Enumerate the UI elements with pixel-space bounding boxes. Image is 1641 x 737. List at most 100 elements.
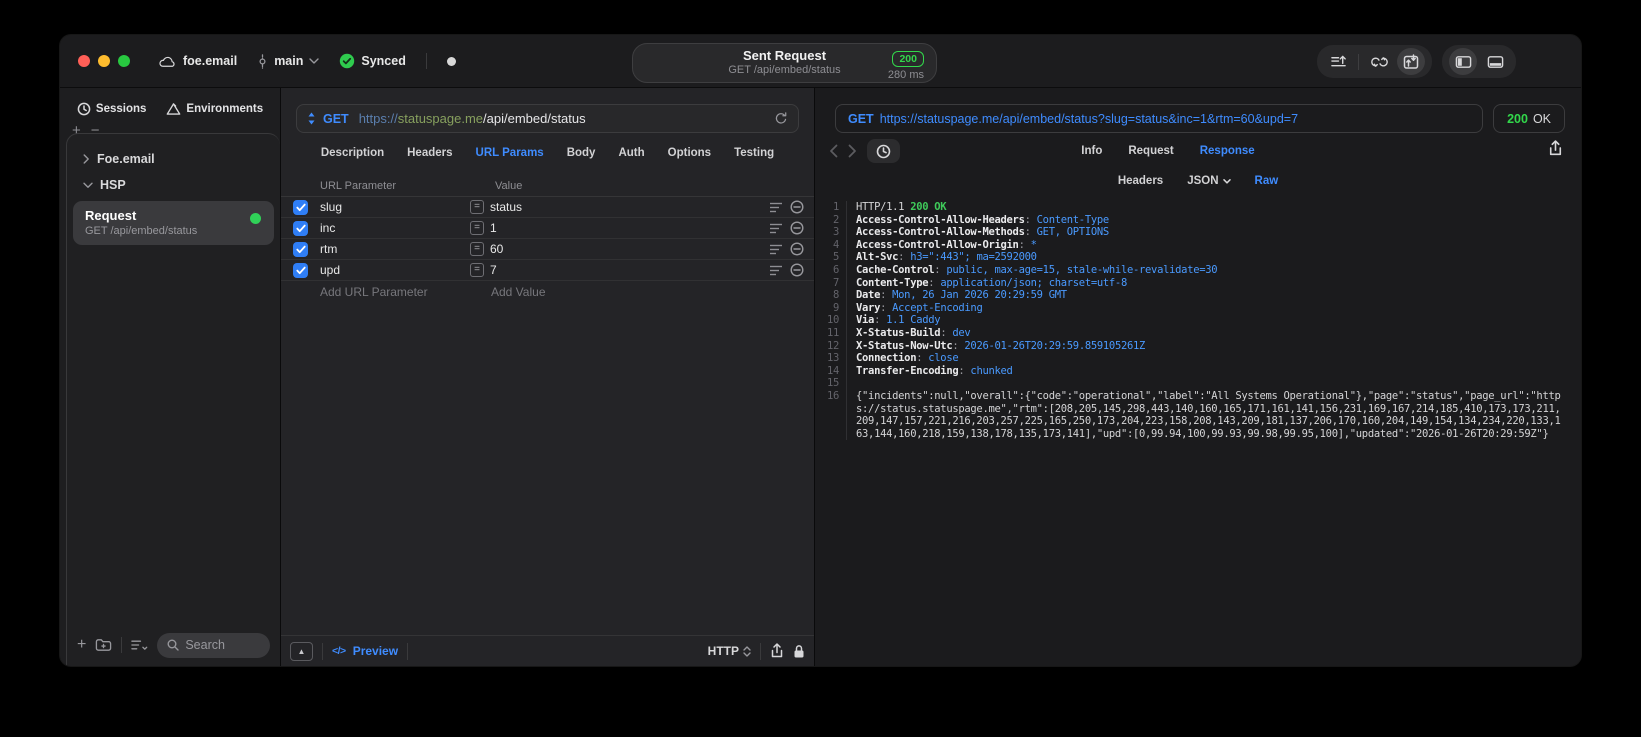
- equals-operator-icon: =: [470, 263, 484, 277]
- row-reorder-icon[interactable]: [769, 244, 783, 255]
- tab-response[interactable]: Response: [1200, 145, 1255, 157]
- sync-loop-button[interactable]: [1365, 48, 1393, 75]
- code-line: 2 Access-Control-Allow-Headers: Content-…: [815, 213, 1565, 227]
- preview-button[interactable]: </> Preview: [332, 644, 398, 658]
- lock-icon[interactable]: [793, 644, 805, 659]
- response-pane: GET https://statuspage.me/api/embed/stat…: [815, 88, 1581, 666]
- line-number: 9: [815, 301, 847, 315]
- chevron-down-icon: [83, 182, 93, 189]
- url-host: statuspage.me: [397, 111, 484, 126]
- sync-status[interactable]: Synced: [339, 53, 406, 69]
- protocol-select[interactable]: HTTP: [708, 644, 751, 658]
- close-window-button[interactable]: [78, 55, 90, 67]
- tab-description[interactable]: Description: [321, 147, 384, 159]
- titlebar: foe.email main Synced Sent Request GET /…: [60, 35, 1581, 88]
- tab-info[interactable]: Info: [1081, 145, 1102, 157]
- recording-dot[interactable]: [446, 56, 456, 66]
- request-duration: 280 ms: [887, 69, 924, 81]
- line-text: Connection: close: [856, 352, 959, 365]
- tab-sessions[interactable]: Sessions: [77, 102, 146, 116]
- column-url-parameter: URL Parameter: [320, 179, 397, 192]
- toolbar-actions-group: [1317, 45, 1432, 78]
- export-list-button[interactable]: [1324, 48, 1352, 75]
- response-raw-view[interactable]: 1 HTTP/1.1 200 OK 2 Access-Control-Allow…: [815, 193, 1581, 441]
- tree-group-hsp[interactable]: HSP: [67, 172, 280, 198]
- preview-label: Preview: [352, 644, 399, 658]
- code-line: 13 Connection: close: [815, 352, 1565, 365]
- subtab-raw[interactable]: Raw: [1255, 175, 1279, 187]
- tab-request[interactable]: Request: [1128, 145, 1173, 157]
- add-value-placeholder[interactable]: Add Value: [491, 285, 546, 299]
- branch-icon: [257, 53, 268, 69]
- param-row[interactable]: rtm = 60: [281, 239, 814, 260]
- tab-auth[interactable]: Auth: [618, 147, 644, 159]
- tab-environments[interactable]: Environments: [166, 102, 263, 116]
- equals-operator-icon: =: [470, 200, 484, 214]
- line-text: HTTP/1.1 200 OK: [856, 201, 947, 213]
- branch-name: main: [274, 54, 304, 68]
- row-remove-icon[interactable]: [790, 242, 804, 256]
- line-number: 8: [815, 289, 847, 302]
- tab-body[interactable]: Body: [567, 147, 596, 159]
- line-text: Date: Mon, 26 Jan 2026 20:29:59 GMT: [856, 289, 1067, 302]
- param-row[interactable]: inc = 1: [281, 218, 814, 239]
- line-number: 12: [815, 339, 847, 353]
- resend-request-icon[interactable]: [774, 111, 788, 126]
- param-name-field[interactable]: inc: [320, 221, 470, 235]
- param-value-field[interactable]: 1: [490, 221, 769, 235]
- sent-request-pill[interactable]: Sent Request GET /api/embed/status 200 2…: [632, 43, 937, 83]
- param-checkbox[interactable]: [293, 262, 308, 278]
- subtab-headers[interactable]: Headers: [1118, 175, 1163, 187]
- response-request-line[interactable]: GET https://statuspage.me/api/embed/stat…: [835, 104, 1484, 133]
- tab-testing[interactable]: Testing: [734, 147, 774, 159]
- share-icon[interactable]: [770, 643, 784, 659]
- line-number: 16: [815, 389, 847, 441]
- project-menu[interactable]: foe.email: [158, 54, 237, 68]
- param-name-field[interactable]: rtm: [320, 242, 470, 256]
- param-name-field[interactable]: slug: [320, 200, 470, 214]
- tab-headers[interactable]: Headers: [407, 147, 452, 159]
- new-folder-button[interactable]: [95, 638, 112, 652]
- tree-group-foe-email[interactable]: Foe.email: [67, 146, 280, 172]
- tab-options[interactable]: Options: [668, 147, 711, 159]
- row-remove-icon[interactable]: [790, 221, 804, 235]
- row-reorder-icon[interactable]: [769, 202, 783, 213]
- sidebar-search[interactable]: [157, 632, 270, 658]
- code-line: 8 Date: Mon, 26 Jan 2026 20:29:59 GMT: [815, 289, 1565, 302]
- search-input[interactable]: [185, 638, 260, 652]
- column-value: Value: [495, 179, 523, 192]
- param-value-field[interactable]: 60: [490, 242, 769, 256]
- export-response-icon[interactable]: [1548, 140, 1563, 157]
- param-checkbox[interactable]: [293, 220, 308, 236]
- row-reorder-icon[interactable]: [769, 265, 783, 276]
- tab-url-params[interactable]: URL Params: [476, 147, 544, 159]
- param-value-field[interactable]: 7: [490, 263, 769, 277]
- param-value-field[interactable]: status: [490, 200, 769, 214]
- add-param-placeholder[interactable]: Add URL Parameter: [320, 285, 470, 299]
- line-number: 13: [815, 352, 847, 365]
- request-pane: GET https://statuspage.me/api/embed/stat…: [281, 88, 815, 666]
- param-row[interactable]: upd = 7: [281, 260, 814, 281]
- code-line: 16 {"incidents":null,"overall":{"code":"…: [815, 389, 1565, 441]
- add-param-row[interactable]: Add URL Parameter Add Value: [281, 281, 814, 303]
- sidebar-request-item[interactable]: Request GET /api/embed/status: [73, 201, 274, 245]
- param-checkbox[interactable]: [293, 241, 308, 257]
- request-url-bar[interactable]: GET https://statuspage.me/api/embed/stat…: [296, 104, 799, 133]
- toggle-sidebar-button[interactable]: [1449, 48, 1477, 75]
- row-remove-icon[interactable]: [790, 200, 804, 214]
- zoom-window-button[interactable]: [118, 55, 130, 67]
- collapse-panel-button[interactable]: ▲: [290, 641, 313, 661]
- row-reorder-icon[interactable]: [769, 223, 783, 234]
- footer-divider: [322, 642, 323, 660]
- row-remove-icon[interactable]: [790, 263, 804, 277]
- subtab-json[interactable]: JSON: [1187, 175, 1231, 187]
- param-name-field[interactable]: upd: [320, 263, 470, 277]
- param-checkbox[interactable]: [293, 199, 308, 215]
- sort-options-button[interactable]: [131, 639, 148, 651]
- branch-menu[interactable]: main: [257, 53, 320, 69]
- toggle-bottom-panel-button[interactable]: [1481, 48, 1509, 75]
- request-replay-button[interactable]: [1397, 48, 1425, 75]
- new-request-button[interactable]: +: [77, 636, 86, 654]
- param-row[interactable]: slug = status: [281, 197, 814, 218]
- minimize-window-button[interactable]: [98, 55, 110, 67]
